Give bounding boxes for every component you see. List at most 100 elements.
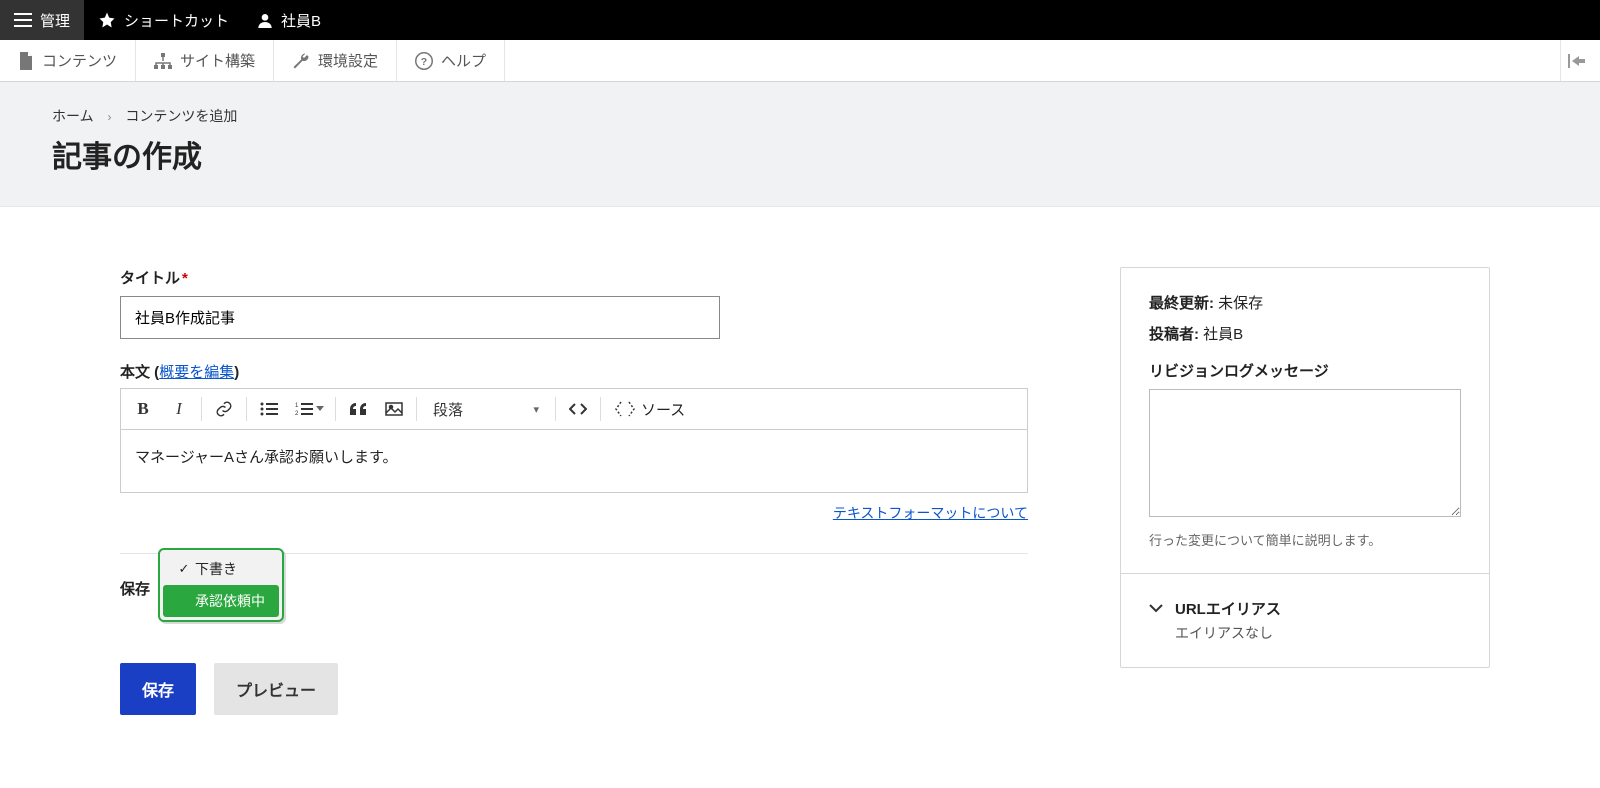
author-label: 投稿者: xyxy=(1149,326,1199,343)
author-value: 社員B xyxy=(1203,326,1243,343)
field-title-label: タイトル* xyxy=(120,267,1040,288)
state-option-review-label: 承認依頼中 xyxy=(195,591,265,611)
source-label: ソース xyxy=(641,399,685,420)
menu-structure[interactable]: サイト構築 xyxy=(136,40,274,81)
menu-help[interactable]: ? ヘルプ xyxy=(397,40,505,81)
toolbar-separator xyxy=(555,397,556,421)
preview-button[interactable]: プレビュー xyxy=(214,663,338,715)
field-title: タイトル* xyxy=(120,267,1040,339)
link-button[interactable] xyxy=(206,391,242,427)
source-brackets-icon xyxy=(615,401,635,417)
document-icon xyxy=(18,52,34,70)
editor-content[interactable]: マネージャーAさん承認お願いします。 xyxy=(121,430,1027,492)
url-alias-subtitle: エイリアスなし xyxy=(1175,623,1281,643)
sitemap-icon xyxy=(154,53,172,69)
toolbar-separator xyxy=(416,397,417,421)
toolbar-separator xyxy=(201,397,202,421)
link-icon xyxy=(215,400,233,418)
menu-content-label: コンテンツ xyxy=(42,50,117,71)
hamburger-icon xyxy=(14,13,32,27)
menu-config[interactable]: 環境設定 xyxy=(274,40,397,81)
toolbar-user-label: 社員B xyxy=(281,10,321,31)
wysiwyg-editor: B I 12 xyxy=(120,388,1028,493)
toolbar-collapse[interactable] xyxy=(1560,40,1600,81)
title-input[interactable] xyxy=(120,296,720,339)
breadcrumb-separator: › xyxy=(107,110,111,124)
wrench-icon xyxy=(292,52,310,70)
main-content: タイトル* 本文 (概要を編集) B I xyxy=(0,207,1600,755)
person-icon xyxy=(257,12,273,28)
editor-toolbar: B I 12 xyxy=(121,389,1027,430)
numbered-list-button[interactable]: 12 xyxy=(287,391,331,427)
heading-label: 段落 xyxy=(433,399,463,420)
svg-text:2: 2 xyxy=(295,411,299,416)
url-alias-title: URLエイリアス xyxy=(1175,598,1281,619)
heading-dropdown[interactable]: 段落 ▾ xyxy=(421,391,551,427)
field-body: 本文 (概要を編集) B I 12 xyxy=(120,361,1040,523)
bold-button[interactable]: B xyxy=(125,391,161,427)
state-dropdown-open: ✓ 下書き ✓ 承認依頼中 xyxy=(158,548,284,622)
sidebar-url-alias[interactable]: URLエイリアス エイリアスなし xyxy=(1121,573,1489,667)
arrow-left-icon xyxy=(1568,54,1586,68)
state-option-review[interactable]: ✓ 承認依頼中 xyxy=(163,585,279,617)
moderation-state-row: 保存 ✓ 下書き ✓ 承認依頼中 xyxy=(120,578,1040,599)
quote-icon xyxy=(350,403,366,415)
image-button[interactable] xyxy=(376,391,412,427)
svg-text:?: ? xyxy=(421,55,427,67)
toolbar-shortcuts[interactable]: ショートカット xyxy=(84,0,243,40)
toolbar-manage-label: 管理 xyxy=(40,10,70,31)
bulleted-list-button[interactable] xyxy=(251,391,287,427)
required-mark: * xyxy=(182,270,188,287)
last-updated-label: 最終更新: xyxy=(1149,295,1214,312)
sidebar: 最終更新: 未保存 投稿者: 社員B リビジョンログメッセージ 行った変更につい… xyxy=(1120,267,1490,668)
toolbar-shortcuts-label: ショートカット xyxy=(124,10,229,31)
page-header: ホーム › コンテンツを追加 記事の作成 xyxy=(0,82,1600,207)
field-body-label: 本文 (概要を編集) xyxy=(120,361,1040,382)
text-format-help-link[interactable]: テキストフォーマットについて xyxy=(833,505,1028,521)
field-body-label-text: 本文 xyxy=(120,364,150,381)
admin-menu: コンテンツ サイト構築 環境設定 ? ヘルプ xyxy=(0,40,1600,82)
code-icon xyxy=(569,403,587,415)
chevron-down-icon xyxy=(316,406,324,412)
form-actions: 保存 プレビュー xyxy=(120,663,1040,715)
state-option-draft-label: 下書き xyxy=(195,559,237,579)
check-icon: ✓ xyxy=(177,561,191,577)
edit-summary-link[interactable]: 概要を編集 xyxy=(159,364,234,381)
help-icon: ? xyxy=(415,52,433,70)
last-updated: 最終更新: 未保存 xyxy=(1149,292,1461,313)
breadcrumb-home[interactable]: ホーム xyxy=(52,108,94,124)
source-button[interactable]: ソース xyxy=(605,391,695,427)
sidebar-meta: 最終更新: 未保存 投稿者: 社員B リビジョンログメッセージ 行った変更につい… xyxy=(1121,268,1489,573)
breadcrumb-add-content[interactable]: コンテンツを追加 xyxy=(125,108,237,124)
menu-content[interactable]: コンテンツ xyxy=(0,40,136,81)
toolbar-separator xyxy=(600,397,601,421)
revision-log-textarea[interactable] xyxy=(1149,389,1461,517)
state-label: 保存 xyxy=(120,578,150,599)
toolbar-user[interactable]: 社員B xyxy=(243,0,335,40)
list-bulleted-icon xyxy=(260,402,278,416)
state-option-draft[interactable]: ✓ 下書き xyxy=(163,553,279,585)
star-icon xyxy=(98,11,116,29)
blockquote-button[interactable] xyxy=(340,391,376,427)
menu-structure-label: サイト構築 xyxy=(180,50,255,71)
chevron-down-icon xyxy=(1149,600,1163,616)
menu-config-label: 環境設定 xyxy=(318,50,378,71)
form-column: タイトル* 本文 (概要を編集) B I xyxy=(120,267,1040,715)
toolbar-manage[interactable]: 管理 xyxy=(0,0,84,40)
image-icon xyxy=(385,402,403,416)
author: 投稿者: 社員B xyxy=(1149,323,1461,344)
revision-log-description: 行った変更について簡単に説明します。 xyxy=(1149,530,1461,549)
code-button[interactable] xyxy=(560,391,596,427)
save-button[interactable]: 保存 xyxy=(120,663,196,715)
page-title: 記事の作成 xyxy=(52,132,1548,176)
field-title-label-text: タイトル xyxy=(120,270,180,287)
chevron-down-icon: ▾ xyxy=(533,403,539,416)
toolbar-separator xyxy=(246,397,247,421)
last-updated-value: 未保存 xyxy=(1218,295,1263,312)
revision-log-label: リビジョンログメッセージ xyxy=(1149,360,1461,381)
menu-help-label: ヘルプ xyxy=(441,50,486,71)
text-format-help: テキストフォーマットについて xyxy=(120,503,1028,523)
italic-button[interactable]: I xyxy=(161,391,197,427)
list-numbered-icon: 12 xyxy=(295,402,313,416)
svg-text:1: 1 xyxy=(295,403,299,409)
